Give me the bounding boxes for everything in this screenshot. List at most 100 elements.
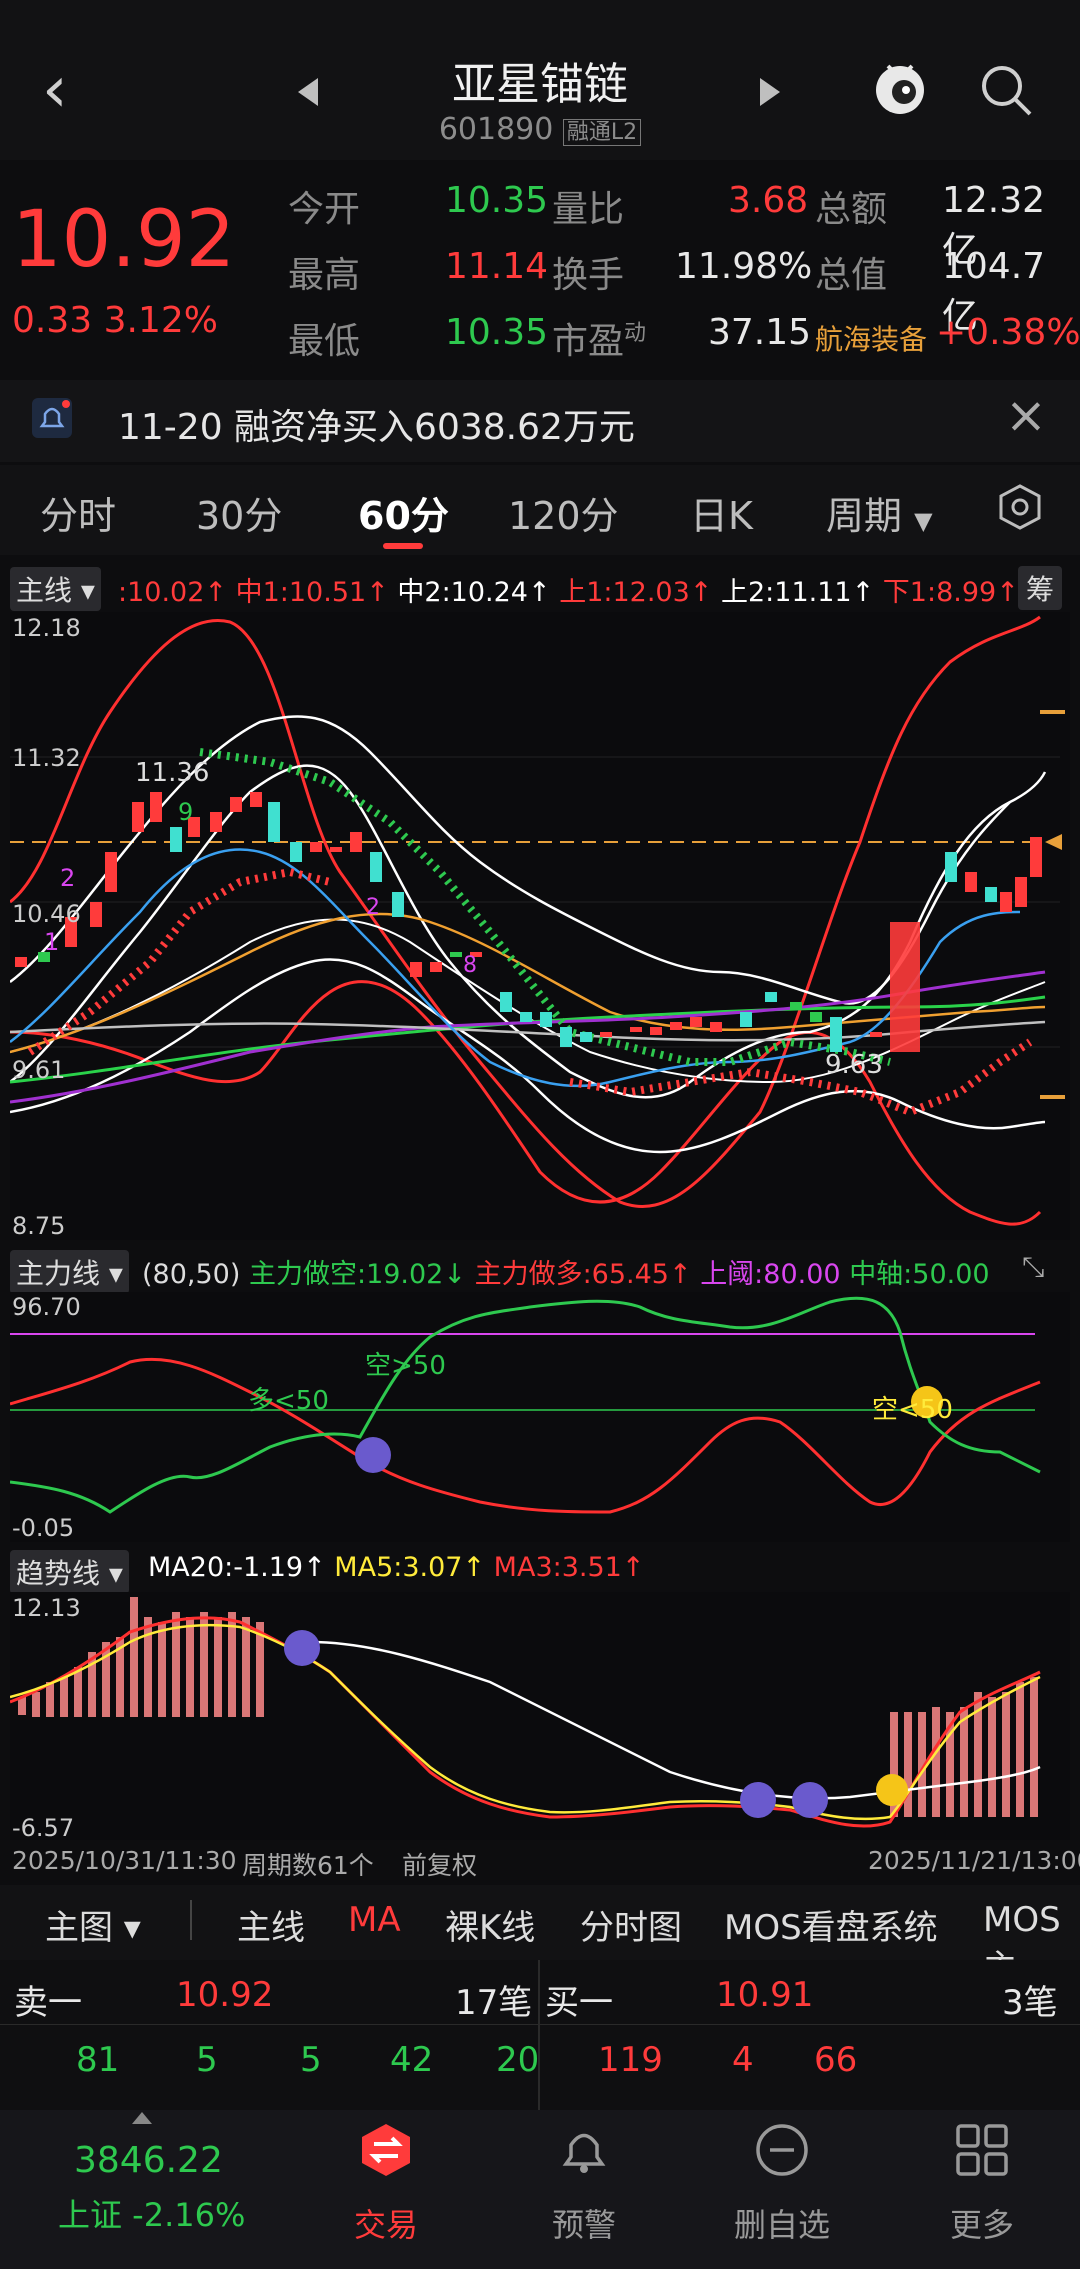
power-val-0: 主力做空:19.02↓ (248, 1259, 466, 1290)
index-value[interactable]: 3846.22 (74, 2140, 223, 2181)
main-ytick-1: 11.32 (12, 744, 81, 772)
trade-icon[interactable] (358, 2122, 414, 2178)
tab-mos-system[interactable]: MOS看盘系统 (724, 1900, 938, 1949)
divider (190, 1900, 192, 1940)
main-kline-chart[interactable]: 1 2 9 2 8 (10, 612, 1070, 1240)
power-ytick-0: 96.70 (12, 1293, 81, 1321)
power-anno-0: 多<50 (248, 1386, 329, 1416)
svg-text:1: 1 (44, 928, 59, 956)
hexagon-settings-icon[interactable] (995, 482, 1045, 532)
current-price: 10.92 (12, 195, 236, 285)
tab-fenshi[interactable]: 分时 (40, 485, 116, 540)
main-selector-label: 主线 (16, 574, 73, 607)
sector-label[interactable]: 航海装备 (815, 318, 927, 358)
main-ytick-0: 12.18 (12, 614, 81, 642)
bell-icon[interactable] (556, 2122, 612, 2178)
open-label: 今开 (288, 189, 361, 230)
buy-label: 买一 (545, 1983, 613, 2023)
axis-start-time: 2025/10/31/11:30 (12, 1846, 237, 1875)
nav-trade[interactable]: 交易 (311, 2200, 461, 2246)
pe-value: 37.15 (708, 312, 812, 353)
close-icon[interactable]: × (1005, 390, 1047, 440)
main-indicator-values: :10.02↑ 中1:10.51↑ 中2:10.24↑ 上1:12.03↑ 上2… (118, 570, 1019, 609)
pe-label-text: 市盈 (552, 321, 625, 362)
sell-price: 10.92 (176, 1975, 274, 2015)
search-icon[interactable] (978, 62, 1034, 118)
tab-period-label: 周期 (826, 494, 903, 538)
main-indicator-selector[interactable]: 主线 ▾ (10, 567, 101, 611)
vol-ratio-value: 3.68 (728, 180, 809, 221)
main-val-0: :10.02↑ (118, 577, 228, 608)
chip-button[interactable]: 筹 (1018, 566, 1063, 610)
svg-text:9: 9 (178, 798, 193, 826)
main-ytick-3: 9.61 (12, 1056, 66, 1084)
main-val-4: 上2:11.11↑ (721, 577, 875, 608)
trend-indicator-values: MA20:-1.19↑ MA5:3.07↑ MA3:3.51↑ (148, 1552, 644, 1583)
trend-indicator-chart (10, 1592, 1070, 1840)
nav-alert[interactable]: 预警 (509, 2200, 659, 2246)
caret-up-icon[interactable] (132, 2112, 152, 2124)
ob-hline (0, 2024, 1080, 2025)
nav-more[interactable]: 更多 (907, 2200, 1057, 2246)
ob-divider (538, 1960, 540, 2110)
header: ‹ 亚星锚链 601890 融通L2 (0, 0, 1080, 160)
sector-change[interactable]: +0.38% (936, 312, 1080, 353)
tab-naked-k[interactable]: 裸K线 (445, 1900, 535, 1949)
trend-indicator-selector[interactable]: 趋势线 ▾ (10, 1550, 129, 1594)
buy-vol-2: 66 (814, 2040, 858, 2080)
trend-ytick-1: -6.57 (12, 1814, 75, 1842)
svg-text:2: 2 (60, 864, 75, 892)
trend-selector-label: 趋势线 (16, 1557, 101, 1590)
trend-ytick-0: 12.13 (12, 1594, 81, 1622)
low-label: 最低 (288, 321, 361, 362)
sell-vol-1: 5 (196, 2040, 218, 2080)
low-value: 10.35 (445, 312, 549, 353)
main-val-2: 中2:10.24↑ (397, 577, 551, 608)
power-indicator-selector[interactable]: 主力线 ▾ (10, 1250, 129, 1294)
nav-remove-watch[interactable]: 删自选 (707, 2200, 857, 2246)
high-marker: 11.36 (135, 758, 210, 788)
power-selector-label: 主力线 (16, 1257, 101, 1290)
tab-zhuxian[interactable]: 主线 (237, 1900, 305, 1949)
tab-30min[interactable]: 30分 (196, 485, 282, 540)
tab-ma[interactable]: MA (348, 1900, 401, 1940)
badges: 融通L2 (562, 119, 642, 146)
main-chart-selector[interactable]: 主图 ▾ (45, 1900, 141, 1949)
bell-icon (32, 398, 72, 438)
main-val-3: 上1:12.03↑ (559, 577, 713, 608)
high-label: 最高 (288, 255, 361, 296)
sell-vol-3: 42 (390, 2040, 434, 2080)
tab-daily-k[interactable]: 日K (690, 485, 753, 540)
active-tab-indicator (383, 543, 423, 549)
sell-count: 17笔 (455, 1983, 533, 2023)
power-indicator-values: (80,50) 主力做空:19.02↓ 主力做多:65.45↑ 上阈:80.00… (142, 1252, 990, 1291)
order-book (0, 1960, 1080, 2110)
triangle-right-icon[interactable] (760, 78, 780, 106)
sell-vol-4: 20 (496, 2040, 540, 2080)
power-anno-1: 空>50 (365, 1351, 446, 1381)
power-anno-2: 空<50 (872, 1395, 953, 1425)
robot-icon[interactable] (870, 58, 930, 118)
trend-val-1: MA5:3.07↑ (334, 1552, 486, 1583)
power-val-3: 中轴:50.00 (849, 1259, 990, 1290)
high-value: 11.14 (445, 246, 549, 287)
tab-period[interactable]: 周期 ▼ (826, 485, 933, 540)
index-label[interactable]: 上证 -2.16% (58, 2190, 245, 2236)
buy-count: 3笔 (1002, 1983, 1058, 2023)
open-value: 10.35 (445, 180, 549, 221)
svg-text:8: 8 (463, 953, 477, 978)
tab-120min[interactable]: 120分 (508, 485, 619, 540)
banner-text: 11-20 融资净买入6038.62万元 (118, 407, 635, 448)
turnover-value: 11.98% (675, 246, 813, 287)
grid-icon[interactable] (954, 2122, 1010, 2178)
expand-icon[interactable]: ⤡ (1022, 1250, 1044, 1284)
low-marker: 9.63 (825, 1050, 883, 1080)
vol-ratio-label: 量比 (552, 189, 625, 230)
price-change: 0.33 3.12% (12, 300, 218, 341)
tab-60min[interactable]: 60分 (358, 485, 449, 540)
sell-vol-0: 81 (76, 2040, 120, 2080)
caret-down-icon: ▼ (914, 507, 933, 535)
pe-label: 市盈动 (552, 312, 646, 364)
minus-circle-icon[interactable] (754, 2122, 810, 2178)
tab-timeshare[interactable]: 分时图 (580, 1900, 682, 1949)
